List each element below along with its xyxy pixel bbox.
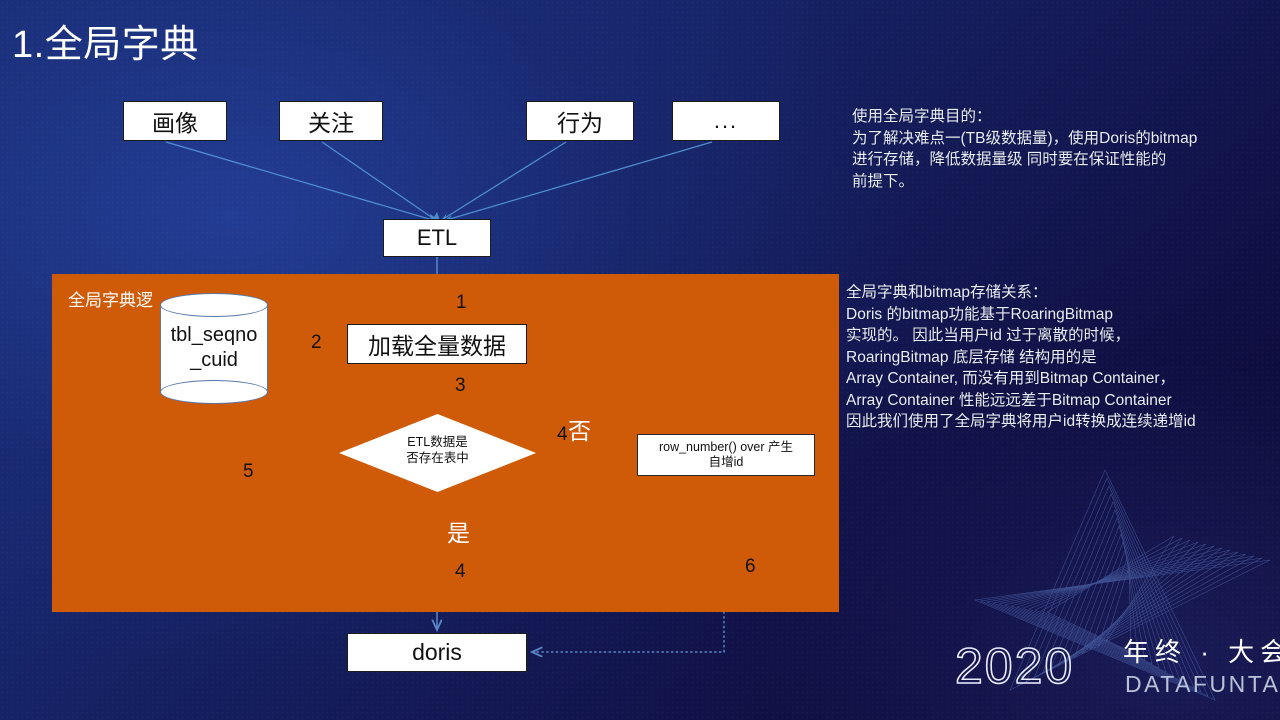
diamond-label: ETL数据是 否存在表中 [339,434,536,466]
note-purpose: 使用全局字典目的： 为了解决难点一(TB级数据量)，使用Doris的bitmap… [852,108,1198,190]
logo-event-name: 年终 · 大会 [1123,637,1280,667]
decision-node-etl-exists[interactable]: ETL数据是 否存在表中 [339,414,536,492]
doris-node[interactable]: doris [347,633,527,672]
load-full-data-node[interactable]: 加载全量数据 [347,324,527,364]
source-box-guanzhu[interactable]: 关注 [279,101,383,141]
logo-year: 2020 [954,638,1075,694]
edge-label-4-yes: 4 [455,561,466,582]
diamond-label-line1: ETL数据是 [407,435,468,449]
row-number-node[interactable]: row_number() over 产生 自增id [637,434,815,476]
etl-node[interactable]: ETL [383,219,491,257]
cylinder-label-line2: _cuid [190,349,238,371]
slide-canvas: 1.全局字典 画像 关注 行为 ... ETL 全局字典逻 tbl_seqno … [0,0,1280,720]
row-number-line2: 自增id [708,455,744,469]
source-box-xingwei[interactable]: 行为 [526,101,634,141]
cylinder-label: tbl_seqno _cuid [160,323,268,373]
cylinder-top-ellipse [160,293,268,317]
database-cylinder-tbl-seqno-cuid[interactable]: tbl_seqno _cuid [160,293,268,404]
edge-label-5: 5 [243,461,254,482]
source-box-ellipsis[interactable]: ... [672,101,780,141]
note-bitmap-relation: 全局字典和bitmap存储关系： Doris 的bitmap功能基于Roarin… [846,284,1196,430]
row-number-line1: row_number() over 产生 [658,440,794,454]
diamond-label-line2: 否存在表中 [406,451,469,465]
edge-label-4-no: 4 [557,424,568,445]
edge-label-yes: 是 [447,520,470,546]
panel-label: 全局字典逻 [68,291,153,310]
event-logo: 2020 年终 · 大会 DATAFUNTALK [954,636,1280,708]
edge-label-no: 否 [568,418,591,444]
logo-brand: DATAFUNTALK [1125,671,1280,697]
cylinder-label-line1: tbl_seqno [170,324,258,346]
edge-label-3: 3 [455,375,466,396]
cylinder-bottom-ellipse [160,380,268,404]
page-title: 1.全局字典 [12,24,199,66]
edge-label-2: 2 [311,332,322,353]
edge-label-1: 1 [456,292,467,313]
edge-label-6: 6 [745,556,756,577]
source-box-huaxiang[interactable]: 画像 [123,101,227,141]
